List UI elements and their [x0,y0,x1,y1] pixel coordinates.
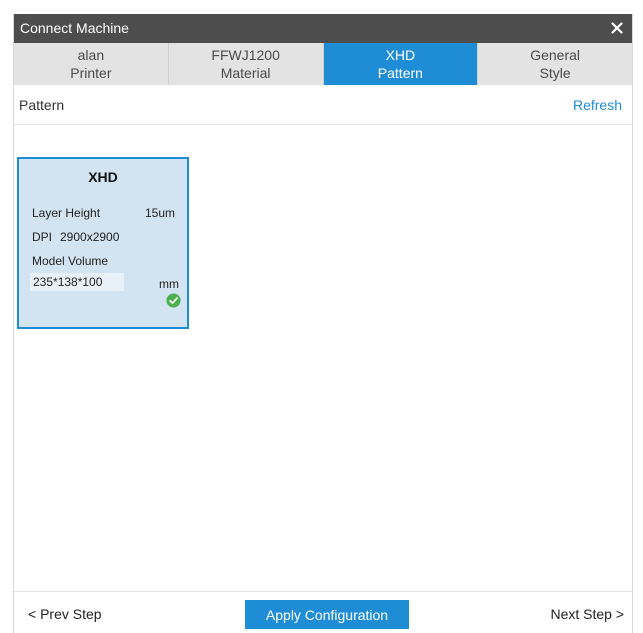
dpi-value: 2900x2900 [60,230,120,244]
tab-printer-value: alan [77,47,105,63]
tab-material-value: FFWJ1200 [211,47,280,63]
tab-style[interactable]: General Style [478,43,632,85]
layer-height-value: 15um [145,206,176,220]
pattern-card-xhd[interactable]: XHD Layer Height 15um DPI 2900x2900 Mode… [17,157,189,329]
check-circle-icon [166,293,181,308]
tab-material-label: Material [220,65,271,81]
prev-step-button[interactable]: < Prev Step [28,606,102,622]
model-volume-value: 235*138*100 [30,273,124,291]
refresh-link[interactable]: Refresh [573,97,622,113]
connect-machine-dialog: Connect Machine alan Printer FFWJ1200 Ma… [13,14,633,633]
close-icon [611,22,623,34]
window-title: Connect Machine [20,20,129,36]
next-step-button[interactable]: Next Step > [550,606,624,622]
tab-pattern-value: XHD [385,47,416,63]
tab-material[interactable]: FFWJ1200 Material [168,43,324,85]
dialog-footer: < Prev Step Apply Configuration Next Ste… [14,591,632,633]
tab-pattern-label: Pattern [377,65,423,81]
tab-printer[interactable]: alan Printer [14,43,169,85]
step-tabs: alan Printer FFWJ1200 Material XHD Patte… [14,43,632,85]
tab-printer-label: Printer [70,65,112,81]
close-button[interactable] [606,16,628,40]
layer-height-label: Layer Height [32,206,101,220]
pattern-card-title: XHD [88,169,118,185]
dpi-label: DPI [32,230,53,244]
section-title: Pattern [19,97,65,113]
model-volume-label: Model Volume [32,254,109,268]
model-volume-unit: mm [159,277,179,291]
tab-pattern[interactable]: XHD Pattern [323,43,479,85]
apply-configuration-button[interactable]: Apply Configuration [245,600,409,629]
tab-style-value: General [530,47,581,63]
tab-style-label: Style [539,65,571,81]
title-bar: Connect Machine [14,14,632,43]
section-header: Pattern Refresh [14,85,632,125]
